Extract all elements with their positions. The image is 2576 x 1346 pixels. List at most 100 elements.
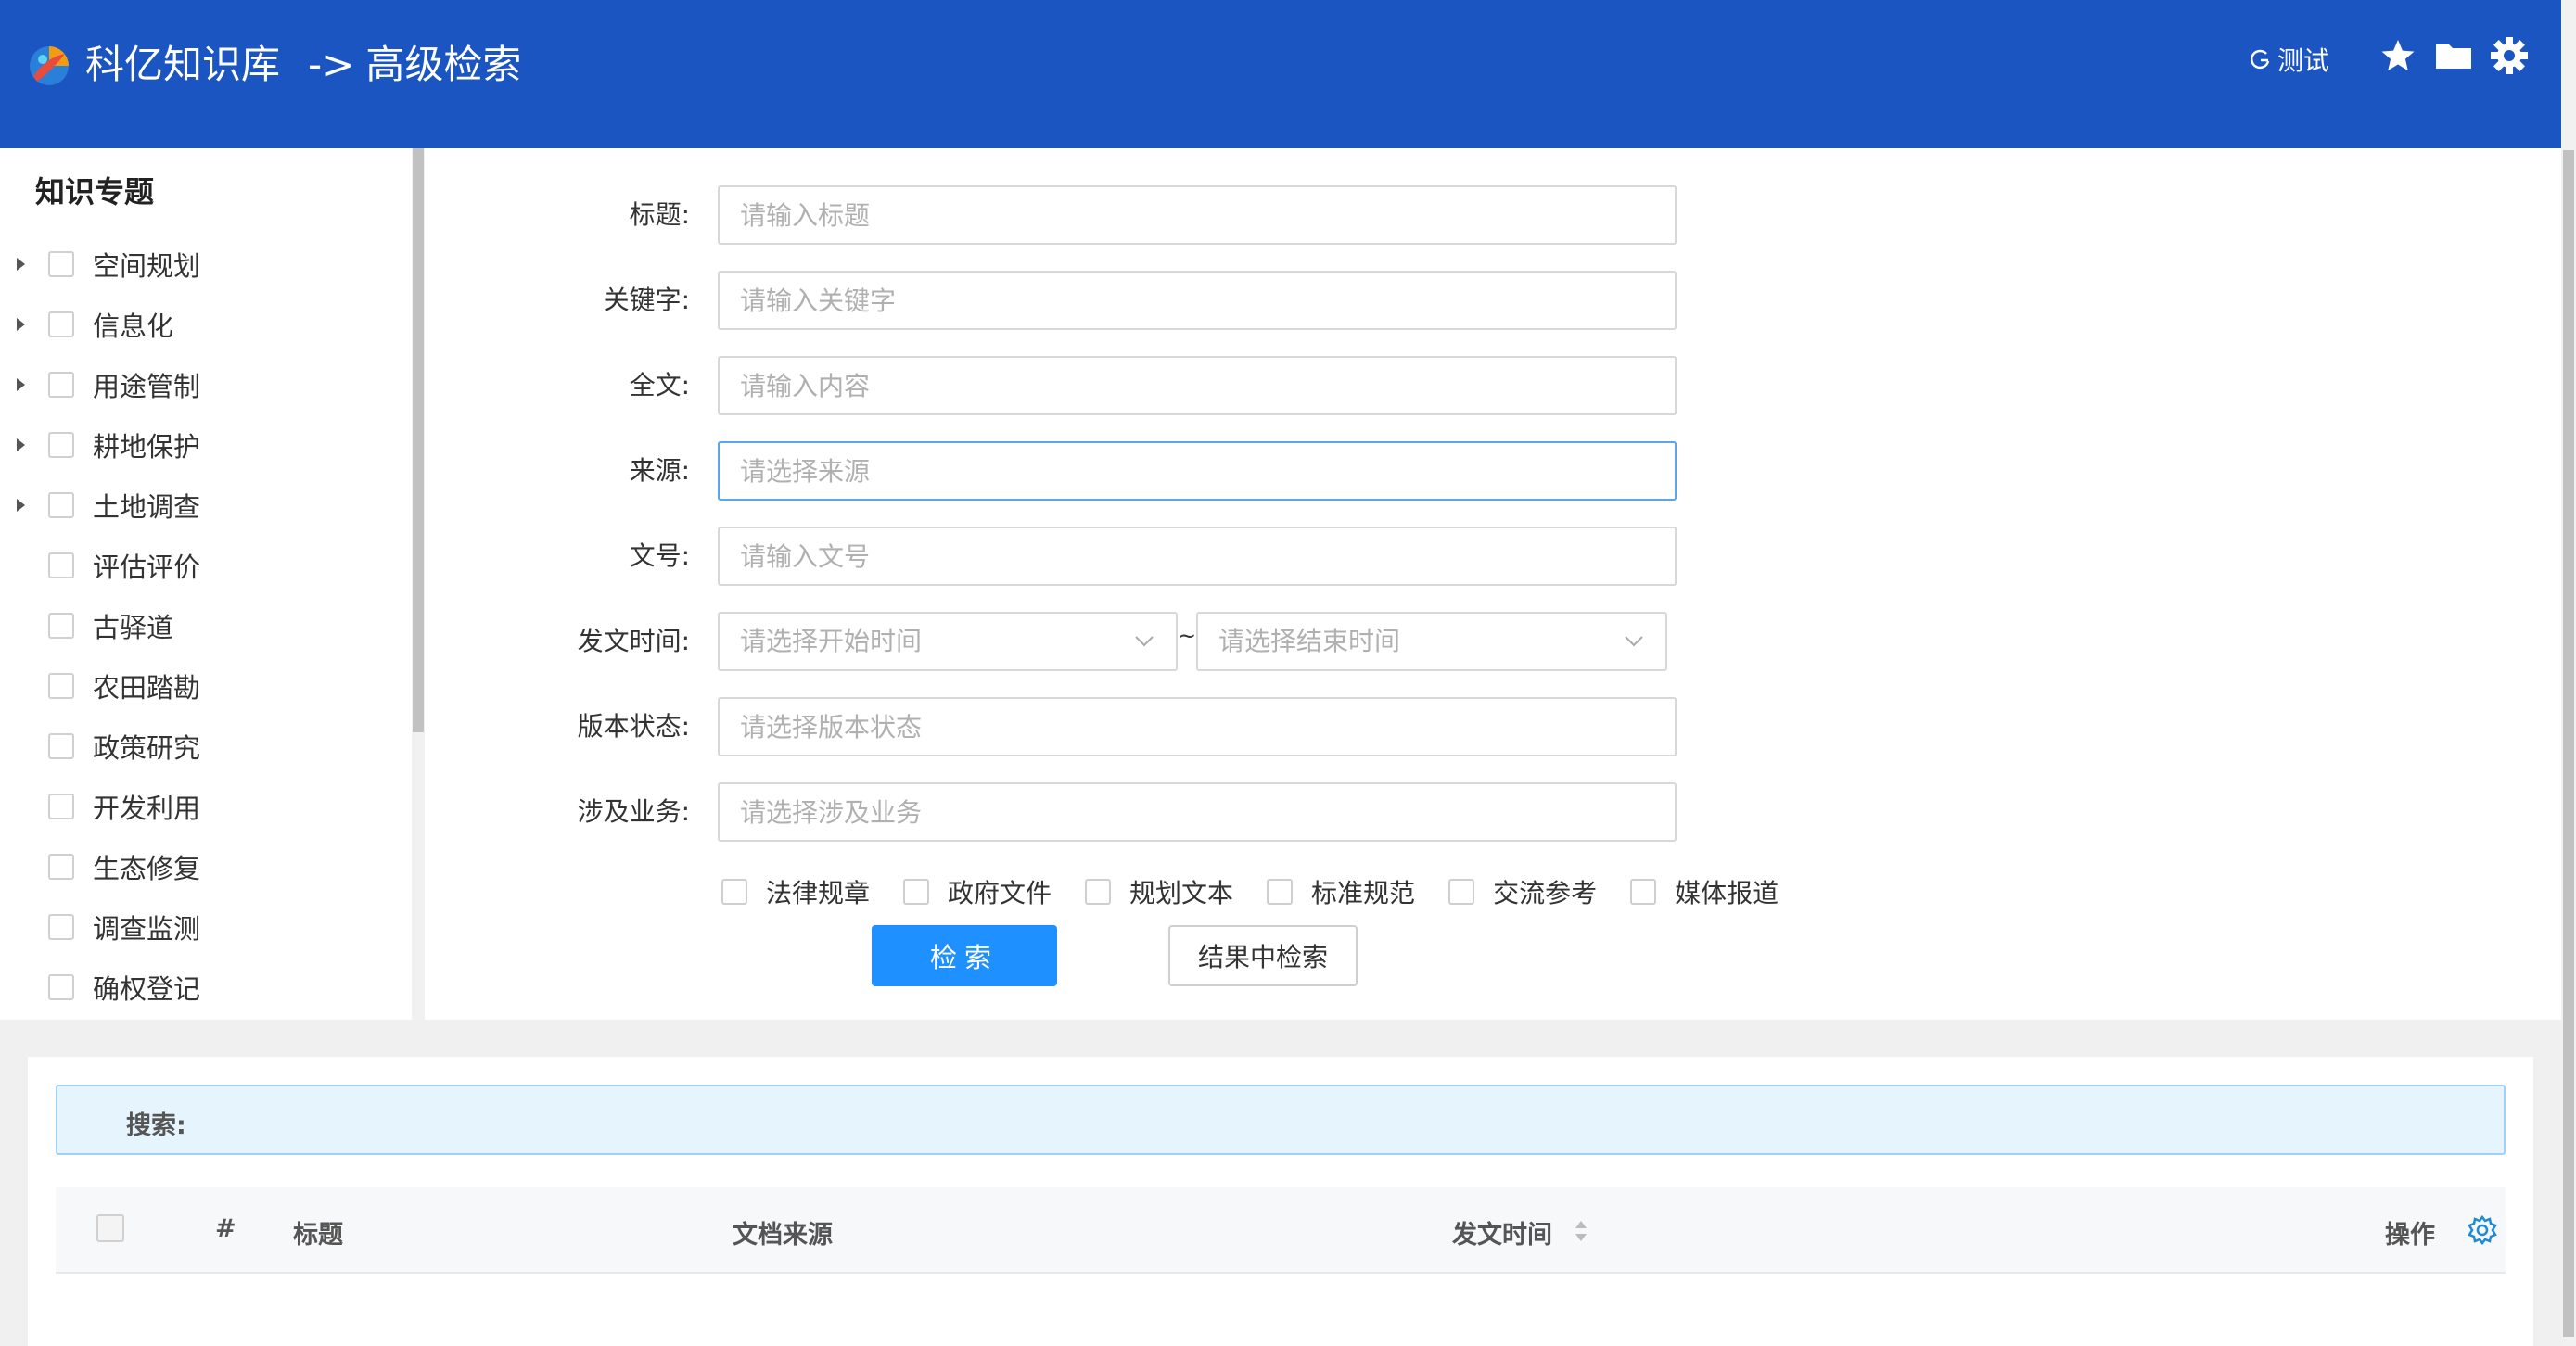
page-scrollbar[interactable] [2561,0,2576,1346]
column-settings-icon[interactable] [2467,1214,2498,1246]
version-select[interactable] [718,697,1677,756]
sidebar-item[interactable]: 土地调查 [0,475,408,535]
column-title[interactable]: 标题 [293,1214,343,1251]
sidebar-item-label: 农田踏勘 [93,671,201,704]
search-summary-label: 搜索: [126,1111,186,1140]
sidebar-item-label: 调查监测 [93,912,201,945]
type-filter-label: 规划文本 [1129,878,1234,908]
type-filter-item[interactable]: 政府文件 [903,873,1052,910]
sidebar-title: 知识专题 [35,174,155,210]
caret-right-icon[interactable] [17,257,25,271]
type-filter-checkbox[interactable] [1267,879,1294,905]
folder-button[interactable] [2433,35,2474,76]
sidebar-item-checkbox[interactable] [48,853,74,880]
type-filter-item[interactable]: 媒体报道 [1630,873,1779,910]
page-title: 高级检索 [365,42,522,87]
sidebar-item[interactable]: 生态修复 [0,836,408,896]
sidebar-item-checkbox[interactable] [48,250,74,277]
business-select[interactable] [718,782,1677,842]
title-label: 标题: [629,199,690,230]
source-select[interactable] [718,441,1677,501]
type-filter-label: 法律规章 [766,878,871,908]
caret-right-icon[interactable] [17,498,25,512]
date-label: 发文时间: [577,626,690,656]
docno-label: 文号: [629,540,690,571]
sort-icon[interactable] [1573,1218,1589,1244]
column-date[interactable]: 发文时间 [1452,1214,1552,1251]
sidebar-scrollbar-thumb[interactable] [413,148,424,732]
sidebar-item-checkbox[interactable] [48,612,74,639]
sidebar-item[interactable]: 确权登记 [0,957,408,1017]
type-filter-checkbox[interactable] [721,879,747,905]
sidebar-item-label: 评估评价 [93,551,201,583]
sidebar-item[interactable]: 用途管制 [0,354,408,414]
sidebar-item[interactable]: 政策研究 [0,716,408,776]
sidebar-item[interactable]: 农田踏勘 [0,655,408,716]
sidebar-item-checkbox[interactable] [48,431,74,458]
sidebar-item-label: 古驿道 [93,611,174,643]
type-filter-label: 政府文件 [948,878,1052,908]
column-index: # [215,1214,236,1243]
caret-right-icon[interactable] [17,317,25,331]
breadcrumb-arrow: -> [308,42,355,87]
sidebar-item[interactable]: 开发利用 [0,776,408,836]
select-all-checkbox[interactable] [96,1214,124,1242]
sidebar-item-checkbox[interactable] [48,552,74,578]
sidebar-item-label: 信息化 [93,310,174,342]
docno-input[interactable] [718,527,1677,586]
page-scrollbar-thumb[interactable] [2563,150,2574,1337]
sidebar-item-checkbox[interactable] [48,913,74,940]
sidebar-item[interactable]: 信息化 [0,294,408,354]
folder-icon [2436,44,2471,69]
topic-tree: 空间规划信息化用途管制耕地保护土地调查评估评价古驿道农田踏勘政策研究 开发利用 生态… [0,234,408,1017]
type-filter-item[interactable]: 规划文本 [1085,873,1233,910]
sidebar-item-label: 确权登记 [93,972,201,1005]
title-input[interactable] [718,185,1677,245]
start-date-picker[interactable]: 请选择开始时间 [718,612,1178,671]
end-date-picker[interactable]: 请选择结束时间 [1196,612,1667,671]
keyword-input[interactable] [718,271,1677,330]
chevron-down-icon [1135,636,1154,647]
app-name: 科亿知识库 [85,42,281,87]
sidebar-scrollbar[interactable] [412,148,425,1020]
sidebar-item-checkbox[interactable] [48,311,74,337]
version-label: 版本状态: [577,711,690,742]
sidebar-item-checkbox[interactable] [48,491,74,518]
sidebar-item-checkbox[interactable] [48,793,74,819]
sidebar-item-checkbox[interactable] [48,371,74,398]
sidebar-item[interactable]: 古驿道 [0,595,408,655]
search-in-results-button[interactable]: 结果中检索 [1168,925,1358,986]
sidebar-item-checkbox[interactable] [48,732,74,759]
column-source[interactable]: 文档来源 [733,1214,833,1251]
user-switch[interactable]: 测试 [2246,41,2329,78]
search-summary-bar: 搜索: [56,1085,2506,1155]
start-date-placeholder: 请选择开始时间 [740,626,923,656]
sidebar-item[interactable]: 评估评价 [0,535,408,595]
favorites-button[interactable] [2378,35,2418,76]
caret-right-icon[interactable] [17,438,25,451]
type-filter-checkbox[interactable] [1630,879,1657,905]
sidebar-item-checkbox[interactable] [48,973,74,1000]
fulltext-label: 全文: [629,370,690,400]
type-filter-checkbox[interactable] [1448,879,1475,905]
sidebar-item[interactable]: 空间规划 [0,234,408,294]
advanced-search-form: 标题: 关键字: 全文: 来源: 文号: 发文时间: 请选择开始时间 ~ 请选择… [427,148,2561,1020]
business-label: 涉及业务: [577,796,690,827]
fulltext-input[interactable] [718,356,1677,415]
refresh-icon [2250,49,2270,70]
settings-button[interactable] [2489,35,2530,76]
sidebar-item[interactable]: 调查监测 [0,896,408,957]
type-filter-item[interactable]: 标准规范 [1267,873,1415,910]
type-filter-item[interactable]: 法律规章 [721,873,870,910]
type-filter-checkbox[interactable] [903,879,930,905]
type-filter-checkbox[interactable] [1085,879,1112,905]
column-actions: 操作 [2385,1221,2435,1250]
search-button[interactable]: 检索 [872,925,1057,986]
type-filter-item[interactable]: 交流参考 [1448,873,1597,910]
sidebar-item-label: 耕地保护 [93,430,201,463]
sidebar-item[interactable]: 耕地保护 [0,414,408,475]
chevron-down-icon [1625,636,1643,647]
sidebar-item-checkbox[interactable] [48,672,74,699]
type-filter-label: 媒体报道 [1675,878,1779,908]
caret-right-icon[interactable] [17,377,25,391]
